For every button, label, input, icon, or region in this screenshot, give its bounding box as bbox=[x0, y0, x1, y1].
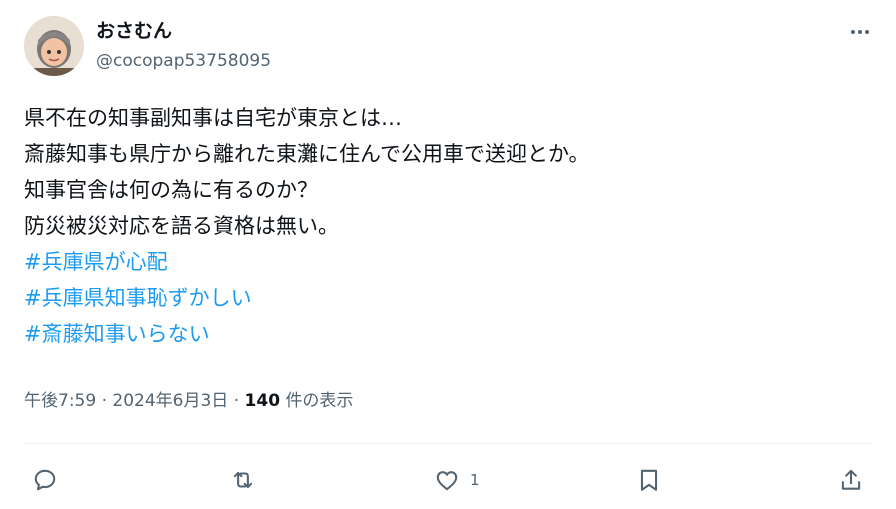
hashtag-link[interactable]: #斎藤知事いらない bbox=[24, 316, 864, 352]
bookmark-icon bbox=[640, 469, 658, 491]
tweet-line: 斎藤知事も県庁から離れた東灘に住んで公用車で送迎とか。 bbox=[24, 142, 590, 166]
tweet-line: 防災被災対応を語る資格は無い。 bbox=[24, 214, 339, 238]
like-button[interactable]: 1 bbox=[434, 462, 480, 498]
author-handle[interactable]: @cocopap53758095 bbox=[96, 50, 271, 72]
views-count: 140 bbox=[244, 391, 281, 411]
more-icon bbox=[851, 30, 869, 34]
views-label: 件の表示 bbox=[285, 391, 354, 411]
divider bbox=[24, 443, 872, 444]
meta-separator: · bbox=[233, 391, 240, 411]
bookmark-button[interactable] bbox=[636, 462, 662, 498]
retweet-icon bbox=[233, 471, 253, 489]
tweet-text: 県不在の知事副知事は自宅が東京とは… 斎藤知事も県庁から離れた東灘に住んで公用車… bbox=[24, 100, 864, 352]
tweet-line: 知事官舎は何の為に有るのか？ bbox=[24, 178, 318, 202]
like-icon bbox=[436, 471, 458, 491]
retweet-button[interactable] bbox=[230, 462, 266, 498]
tweet-metadata: 午後7:59 · 2024年6月3日 · 140 件の表示 bbox=[24, 389, 353, 413]
more-options-button[interactable] bbox=[846, 18, 874, 46]
hashtag-link[interactable]: #兵庫県が心配 bbox=[24, 244, 864, 280]
avatar-image bbox=[24, 16, 84, 76]
reply-button[interactable] bbox=[32, 462, 68, 498]
author-display-name[interactable]: おさむん bbox=[96, 19, 172, 43]
share-button[interactable] bbox=[838, 462, 864, 498]
reply-icon bbox=[34, 469, 56, 491]
share-icon bbox=[841, 469, 861, 490]
meta-separator: · bbox=[101, 391, 107, 411]
tweet-time[interactable]: 午後7:59 bbox=[24, 391, 96, 411]
tweet-line: 県不在の知事副知事は自宅が東京とは… bbox=[24, 106, 402, 130]
tweet-date[interactable]: 2024年6月3日 bbox=[112, 391, 228, 411]
hashtag-link[interactable]: #兵庫県知事恥ずかしい bbox=[24, 280, 864, 316]
like-count: 1 bbox=[470, 471, 480, 489]
avatar[interactable] bbox=[24, 16, 84, 76]
